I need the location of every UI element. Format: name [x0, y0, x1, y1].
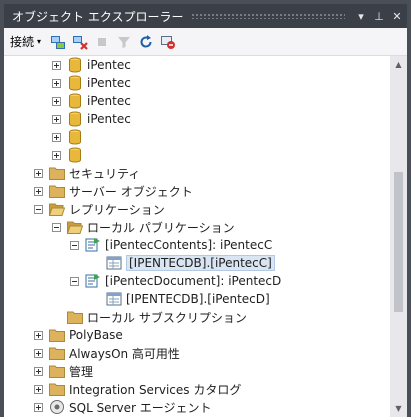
folder-icon	[49, 165, 65, 181]
tree-node-subscription[interactable]: [IPENTECDB].[iPentecD]	[106, 290, 270, 308]
expand-icon[interactable]	[34, 384, 43, 394]
expand-icon[interactable]	[34, 366, 43, 376]
folder-icon	[49, 327, 65, 343]
filter-icon	[115, 33, 133, 51]
expand-icon[interactable]	[52, 78, 61, 88]
tree-node-publication[interactable]: [iPentecDocument]: iPentecD	[70, 272, 281, 290]
tree-label: ローカル サブスクリプション	[87, 310, 247, 325]
scroll-thumb[interactable]	[394, 172, 403, 312]
tree-label: [IPENTECDB].[iPentecC]	[126, 255, 275, 271]
toolbar: 接続 ▾	[4, 28, 407, 56]
title-grip[interactable]	[191, 13, 345, 19]
tree-node-database[interactable]: iPentec	[52, 56, 131, 74]
refresh-icon[interactable]	[137, 33, 155, 51]
tree-label: AlwaysOn 高可用性	[69, 346, 180, 361]
folder-icon	[49, 345, 65, 361]
tree-node-database[interactable]: iPentec	[52, 110, 131, 128]
collapse-icon[interactable]	[34, 204, 43, 214]
tree-node-alwayson[interactable]: AlwaysOn 高可用性	[34, 344, 180, 362]
connect-object-explorer-icon[interactable]	[49, 33, 67, 51]
expand-icon[interactable]	[52, 114, 61, 124]
folder-open-icon	[49, 201, 65, 217]
tree-node-local-subscriptions[interactable]: ローカル サブスクリプション	[67, 308, 247, 326]
folder-icon	[67, 309, 83, 325]
folder-open-icon	[67, 219, 83, 235]
publication-icon	[85, 237, 101, 253]
tree-node-sql-server-agent[interactable]: SQL Server エージェント	[34, 398, 212, 416]
window-title: オブジェクト エクスプローラー	[12, 9, 184, 24]
database-icon	[67, 147, 83, 163]
expand-icon[interactable]	[52, 96, 61, 106]
tree-label: [iPentecContents]: iPentecC	[105, 238, 273, 252]
folder-icon	[49, 363, 65, 379]
object-explorer-frame: オブジェクト エクスプローラー ▾ ⊥ ✕ 接続 ▾ iPentec iPent…	[0, 0, 411, 417]
tree-label: [iPentecDocument]: iPentecD	[105, 274, 282, 288]
scroll-up-icon[interactable]: ▲	[390, 56, 407, 73]
window-position-dropdown-icon[interactable]: ▾	[353, 8, 369, 24]
database-icon	[67, 111, 83, 127]
tree-node-security[interactable]: セキュリティ	[34, 164, 140, 182]
sql-agent-icon	[49, 399, 65, 415]
tree-node-replication[interactable]: レプリケーション	[34, 200, 165, 218]
folder-icon	[49, 183, 65, 199]
expand-icon[interactable]	[34, 168, 43, 178]
collapse-icon[interactable]	[70, 276, 79, 286]
database-label: iPentec	[87, 112, 131, 126]
chevron-down-icon: ▾	[37, 37, 42, 46]
expand-icon[interactable]	[52, 60, 61, 70]
tree-label: [IPENTECDB].[iPentecD]	[126, 292, 270, 306]
tree-node-integration-services[interactable]: Integration Services カタログ	[34, 380, 241, 398]
subscription-icon	[106, 291, 122, 307]
tree-label: サーバー オブジェクト	[69, 184, 193, 199]
expand-icon[interactable]	[34, 186, 43, 196]
activity-monitor-icon[interactable]	[159, 33, 177, 51]
tree-node-publication[interactable]: [iPentecContents]: iPentecC	[70, 236, 272, 254]
expand-icon[interactable]	[34, 402, 43, 412]
stop-icon	[93, 33, 111, 51]
expand-icon[interactable]	[52, 150, 61, 160]
tree-label: セキュリティ	[69, 166, 141, 181]
tree-node-database[interactable]	[52, 146, 87, 164]
connect-dropdown-button[interactable]: 接続 ▾	[10, 33, 41, 50]
collapse-icon[interactable]	[70, 240, 79, 250]
pin-icon[interactable]: ⊥	[371, 8, 387, 24]
connect-label: 接続	[10, 35, 35, 49]
object-explorer-tree: iPentec iPentec iPentec iPentec セキュリティ サ…	[4, 56, 390, 417]
database-icon	[67, 93, 83, 109]
tree-label: レプリケーション	[69, 202, 165, 217]
database-label: iPentec	[87, 58, 131, 72]
vertical-scrollbar[interactable]: ▲ ▼	[390, 56, 407, 417]
tree-node-database[interactable]: iPentec	[52, 74, 131, 92]
tree-node-polybase[interactable]: PolyBase	[34, 326, 123, 344]
collapse-icon[interactable]	[52, 222, 61, 232]
database-icon	[67, 129, 83, 145]
tree-node-subscription[interactable]: [IPENTECDB].[iPentecC]	[106, 254, 275, 272]
tree-node-database[interactable]	[52, 128, 87, 146]
tree-node-server-objects[interactable]: サーバー オブジェクト	[34, 182, 193, 200]
database-label: iPentec	[87, 94, 131, 108]
tree-node-database[interactable]: iPentec	[52, 92, 131, 110]
tree-label: 管理	[69, 364, 94, 379]
folder-icon	[49, 381, 65, 397]
database-label: iPentec	[87, 76, 131, 90]
publication-icon	[85, 273, 101, 289]
scroll-down-icon[interactable]: ▼	[390, 400, 407, 417]
database-icon	[67, 75, 83, 91]
tree-label: SQL Server エージェント	[69, 400, 212, 415]
disconnect-icon[interactable]	[71, 33, 89, 51]
expand-icon[interactable]	[34, 348, 43, 358]
tree-label: PolyBase	[69, 328, 123, 342]
subscription-icon	[106, 255, 122, 271]
tree-label: ローカル パブリケーション	[87, 220, 235, 235]
close-icon[interactable]: ✕	[389, 8, 405, 24]
tree-label: Integration Services カタログ	[69, 382, 242, 397]
tree-node-local-publications[interactable]: ローカル パブリケーション	[52, 218, 235, 236]
database-icon	[67, 57, 83, 73]
tree-node-management[interactable]: 管理	[34, 362, 93, 380]
title-bar: オブジェクト エクスプローラー ▾ ⊥ ✕	[4, 4, 407, 28]
expand-icon[interactable]	[34, 330, 43, 340]
expand-icon[interactable]	[52, 132, 61, 142]
